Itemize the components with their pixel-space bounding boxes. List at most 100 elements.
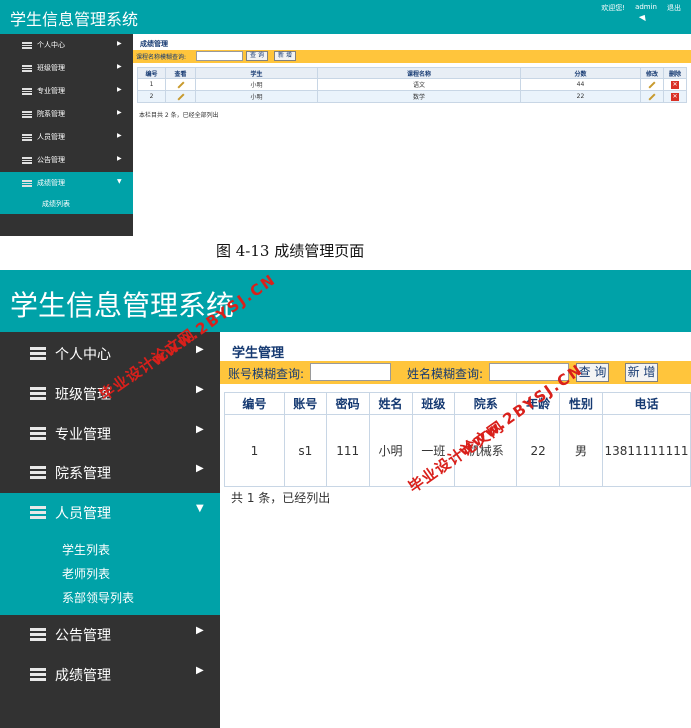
sidebar-item-label: 人员管理 [37, 133, 65, 141]
column-header: 课程名称 [317, 67, 521, 79]
database-icon [30, 387, 46, 400]
cell-id: 2 [137, 90, 166, 103]
column-header: 编号 [224, 392, 285, 415]
cell-id: 1 [224, 414, 285, 487]
edit-pencil-icon[interactable] [648, 80, 656, 89]
column-header: 学生 [195, 67, 318, 79]
column-header: 查看 [165, 67, 196, 79]
column-header: 分数 [520, 67, 641, 79]
chevron-right-icon: ▶ [117, 63, 122, 70]
sidebar-item-grades[interactable]: 成绩管理 ▶ [0, 655, 220, 695]
cell-password: 111 [325, 414, 370, 487]
chevron-right-icon: ▶ [196, 463, 204, 474]
query-button[interactable]: 查 询 [246, 51, 268, 61]
database-icon [30, 506, 46, 519]
admin-link[interactable]: admin [635, 3, 657, 13]
chevron-down-icon: ▼ [196, 503, 204, 514]
database-icon [22, 42, 32, 49]
mouse-cursor-icon [638, 12, 649, 22]
chevron-down-icon: ▼ [117, 178, 122, 185]
delete-icon[interactable]: ✕ [671, 80, 679, 89]
sidebar-item-label: 个人中心 [55, 347, 111, 363]
cell-phone: 13811111111 [601, 414, 691, 487]
submenu-teacher-list[interactable]: 老师列表 [62, 565, 110, 582]
sidebar-item-personnel[interactable]: 人员管理 ▼ [0, 493, 220, 533]
chevron-right-icon: ▶ [196, 384, 204, 395]
chevron-right-icon: ▶ [196, 344, 204, 355]
sidebar-item-major[interactable]: 专业管理 ▶ [0, 414, 220, 454]
sidebar-item-personal-center[interactable]: 个人中心 ▶ [0, 34, 133, 57]
database-icon [22, 157, 32, 164]
column-header: 性别 [559, 392, 603, 415]
submenu-department-leader-list[interactable]: 系部领导列表 [62, 589, 134, 606]
add-button[interactable]: 新 增 [274, 51, 296, 61]
edit-pencil-icon[interactable] [648, 92, 656, 101]
sidebar-item-label: 院系管理 [37, 110, 65, 118]
sidebar-item-label: 人员管理 [55, 506, 111, 522]
database-icon [22, 180, 32, 187]
cell-student: 小明 [195, 90, 318, 103]
column-header: 账号 [283, 392, 327, 415]
database-icon [22, 134, 32, 141]
sidebar-item-announcement[interactable]: 公告管理 ▶ [0, 615, 220, 655]
database-icon [22, 65, 32, 72]
sidebar-item-label: 班级管理 [37, 64, 65, 72]
sidebar-item-class[interactable]: 班级管理 ▶ [0, 57, 133, 80]
cell-name: 小明 [368, 414, 413, 487]
page-title: 成绩管理 [140, 40, 168, 48]
sidebar-item-label: 个人中心 [37, 41, 65, 49]
main-content: 学生管理 账号模糊查询: 姓名模糊查询: 查 询 新 增 编号 账号 密码 姓名… [220, 332, 691, 728]
sidebar-item-personnel[interactable]: 人员管理 ▶ [0, 126, 133, 149]
top-header: 学生信息管理系统 欢迎您! admin 退出 [0, 0, 691, 34]
cell-id: 1 [137, 78, 166, 91]
course-search-input[interactable] [196, 51, 243, 61]
column-header: 姓名 [368, 392, 413, 415]
sidebar-item-label: 院系管理 [55, 466, 111, 482]
column-header: 删除 [663, 67, 687, 79]
top-header: 学生信息管理系统 [0, 270, 691, 332]
submenu-grade-list[interactable]: 成绩列表 [42, 199, 70, 209]
view-pencil-icon[interactable] [176, 92, 185, 101]
sidebar-item-label: 公告管理 [37, 156, 65, 164]
table-footer: 本栏目共 2 条，已经全部列出 [139, 112, 219, 119]
chevron-right-icon: ▶ [196, 665, 204, 676]
delete-icon[interactable]: ✕ [671, 92, 679, 101]
sidebar-submenu: 学生列表 老师列表 系部领导列表 [0, 533, 220, 615]
chevron-right-icon: ▶ [117, 132, 122, 139]
sidebar-item-department[interactable]: 院系管理 ▶ [0, 453, 220, 493]
chevron-right-icon: ▶ [117, 109, 122, 116]
grade-management-screenshot: 学生信息管理系统 欢迎您! admin 退出 个人中心 ▶ 班级管理 ▶ 专业管… [0, 0, 691, 236]
app-title: 学生信息管理系统 [10, 10, 139, 29]
database-icon [22, 88, 32, 95]
sidebar-item-department[interactable]: 院系管理 ▶ [0, 103, 133, 126]
edit-cell [640, 90, 664, 103]
edit-cell [640, 78, 664, 91]
table-row: 1 小明 语文 44 ✕ [137, 78, 687, 91]
student-management-screenshot: 学生信息管理系统 个人中心 ▶ 班级管理 ▶ 专业管理 ▶ 院系管理 ▶ 人员管… [0, 270, 691, 728]
account-search-label: 账号模糊查询: [228, 367, 305, 381]
chevron-right-icon: ▶ [117, 86, 122, 93]
database-icon [30, 668, 46, 681]
sidebar-item-announcement[interactable]: 公告管理 ▶ [0, 149, 133, 172]
database-icon [22, 111, 32, 118]
submenu-student-list[interactable]: 学生列表 [62, 541, 110, 558]
account-search-input[interactable] [310, 363, 391, 381]
chevron-right-icon: ▶ [117, 155, 122, 162]
sidebar-item-major[interactable]: 专业管理 ▶ [0, 80, 133, 103]
cell-score: 22 [520, 90, 641, 103]
cell-account: s1 [283, 414, 327, 487]
page-title: 学生管理 [232, 346, 285, 361]
sidebar-item-label: 成绩管理 [55, 668, 111, 684]
database-icon [30, 427, 46, 440]
cell-course: 语文 [317, 78, 521, 91]
add-button[interactable]: 新 增 [625, 363, 658, 382]
column-header: 电话 [601, 392, 691, 415]
figure-caption-area: 图 4-13 成绩管理页面 [0, 236, 691, 270]
cell-student: 小明 [195, 78, 318, 91]
table-row: 2 小明 数学 22 ✕ [137, 90, 687, 103]
view-pencil-icon[interactable] [176, 80, 185, 89]
sidebar-item-grades[interactable]: 成绩管理 ▼ [0, 172, 133, 195]
logout-link[interactable]: 退出 [667, 3, 681, 13]
sidebar-item-label: 公告管理 [55, 628, 111, 644]
students-table: 编号 账号 密码 姓名 班级 院系 年龄 性别 电话 1 s1 111 小明 一… [224, 392, 691, 487]
